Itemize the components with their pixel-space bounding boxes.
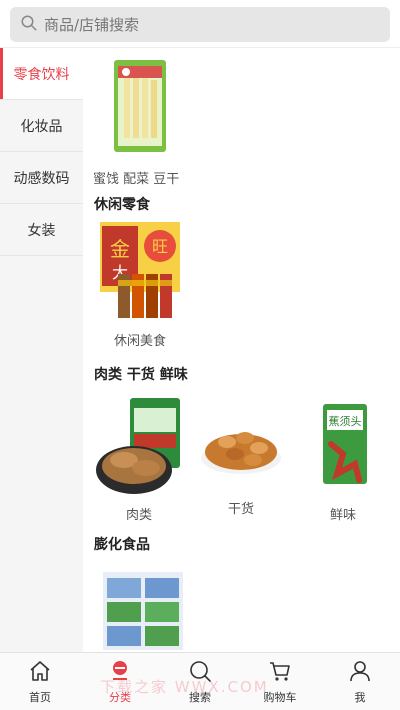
tab-cart[interactable]: 购物车 <box>240 653 320 710</box>
product-card-fresh[interactable]: 蕉须头 鲜味 <box>301 394 385 523</box>
home-icon <box>28 659 52 689</box>
product-label: 休闲美食 <box>113 334 166 349</box>
sidebar-item-label: 零食饮料 <box>13 66 70 83</box>
product-image <box>197 394 285 492</box>
section-title-meat-dried: 肉类 干货 鲜味 <box>94 367 188 383</box>
product-label: 鲜味 <box>329 508 356 523</box>
search-box[interactable] <box>10 7 390 42</box>
search-input[interactable] <box>44 15 364 34</box>
search-header <box>0 0 400 48</box>
sidebar-item-digital[interactable]: 动感数码 <box>0 152 83 204</box>
product-card-preserved[interactable] <box>100 58 180 154</box>
product-label-wrap: 蜜饯 配菜 豆干 <box>93 162 213 187</box>
product-image <box>112 58 168 154</box>
tab-home[interactable]: 首页 <box>0 653 80 710</box>
sidebar-item-label: 动感数码 <box>13 170 70 187</box>
product-card-dried[interactable]: 干货 <box>195 394 287 517</box>
product-card-meat[interactable]: 肉类 <box>91 394 187 523</box>
svg-text:蕉须头: 蕉须头 <box>329 415 362 428</box>
svg-text:金: 金 <box>110 237 130 261</box>
sidebar-item-label: 化妆品 <box>20 118 63 135</box>
product-label: 干货 <box>227 502 254 517</box>
product-image <box>99 566 185 652</box>
product-label: 蜜饯 配菜 豆干 <box>93 172 180 187</box>
category-sidebar: 零食饮料 化妆品 动感数码 女装 <box>0 48 83 652</box>
sidebar-item-cosmetics[interactable]: 化妆品 <box>0 100 83 152</box>
svg-text:旺: 旺 <box>152 237 168 256</box>
sidebar-item-womens-clothing[interactable]: 女装 <box>0 204 83 256</box>
product-card-leisure-food[interactable]: 金 大 旺 休闲美食 <box>95 220 185 349</box>
category-content: 蜜饯 配菜 豆干 休闲零食 金 大 旺 休闲美食 肉类 干货 鲜味 肉类 干货 … <box>83 48 400 652</box>
tab-search[interactable]: 搜索 <box>160 653 240 710</box>
user-icon <box>348 659 372 689</box>
category-icon <box>108 659 132 689</box>
tab-category[interactable]: 分类 <box>80 653 160 710</box>
product-image <box>94 394 184 498</box>
section-title-puffed-food: 膨化食品 <box>94 537 150 553</box>
sidebar-item-snacks-drinks[interactable]: 零食饮料 <box>0 48 83 100</box>
section-title-leisure-snacks: 休闲零食 <box>94 197 150 213</box>
tab-label: 首页 <box>29 690 51 704</box>
product-image: 蕉须头 <box>313 394 373 498</box>
tab-label: 购物车 <box>263 690 297 704</box>
tab-label: 我 <box>354 690 366 704</box>
product-image: 金 大 旺 <box>96 220 184 324</box>
product-card-puffed[interactable] <box>97 566 187 652</box>
cart-icon <box>268 659 292 689</box>
tab-label: 分类 <box>109 690 131 704</box>
search-icon <box>188 659 212 689</box>
bottom-tab-bar: 首页 分类 搜索 购物车 我 <box>0 652 400 710</box>
sidebar-item-label: 女装 <box>27 222 56 239</box>
product-label: 肉类 <box>125 508 152 523</box>
search-icon <box>20 14 38 36</box>
tab-me[interactable]: 我 <box>320 653 400 710</box>
tab-label: 搜索 <box>189 690 211 704</box>
